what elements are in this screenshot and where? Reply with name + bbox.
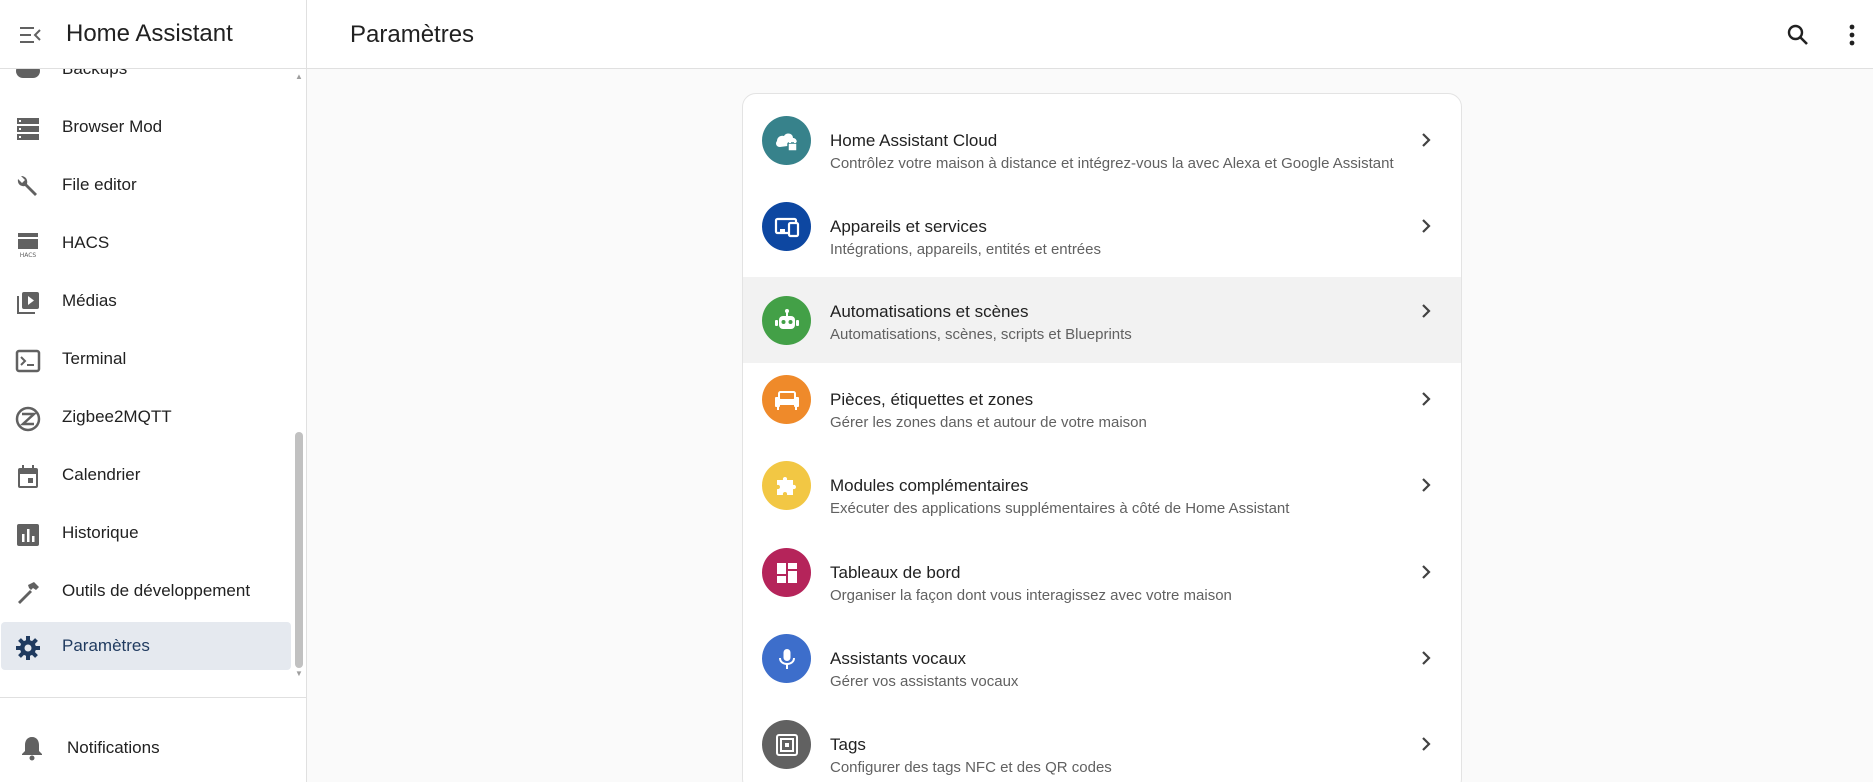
sidebar-item-parametres[interactable]: Paramètres (1, 622, 291, 670)
settings-row-description: Intégrations, appareils, entités et entr… (830, 241, 1101, 258)
wrench-icon (14, 173, 42, 201)
menu-collapse-icon (20, 27, 41, 43)
settings-row-voice-assistants[interactable]: Assistants vocaux Gérer vos assistants v… (743, 615, 1461, 701)
sidebar-scrollbar[interactable]: ▲ ▼ (294, 70, 304, 682)
settings-row-title: Pièces, étiquettes et zones (830, 390, 1034, 409)
settings-row-devices[interactable]: Appareils et services Intégrations, appa… (743, 183, 1461, 269)
settings-row-description: Organiser la façon dont vous interagisse… (830, 587, 1232, 604)
sidebar-divider (0, 697, 306, 698)
sofa-icon (762, 375, 811, 424)
chevron-right-icon (1415, 647, 1437, 669)
puzzle-icon (762, 461, 811, 510)
settings-row-areas[interactable]: Pièces, étiquettes et zones Gérer les zo… (743, 356, 1461, 442)
sidebar-item-label: Zigbee2MQTT (62, 407, 172, 426)
scroll-up-arrow-icon[interactable]: ▲ (294, 73, 304, 81)
app: Home Assistant Backups (0, 0, 1873, 782)
chevron-right-icon (1415, 388, 1437, 410)
microphone-icon (762, 634, 811, 683)
chevron-right-icon (1415, 215, 1437, 237)
menu-collapse-button[interactable] (14, 18, 48, 52)
sidebar-item-historique[interactable]: Historique (0, 509, 292, 557)
sidebar-item-label: HACS (62, 233, 110, 252)
backup-icon (14, 69, 42, 85)
overflow-menu-button[interactable] (1834, 17, 1870, 53)
app-title: Home Assistant (66, 20, 233, 47)
sidebar-item-label: Terminal (62, 349, 127, 368)
settings-row-title: Modules complémentaires (830, 476, 1029, 495)
settings-row-automations[interactable]: Automatisations et scènes Automatisation… (743, 277, 1461, 363)
terminal-icon (14, 347, 42, 375)
settings-card: Home Assistant Cloud Contrôlez votre mai… (742, 93, 1462, 782)
gear-icon (14, 634, 42, 662)
settings-row-description: Gérer les zones dans et autour de votre … (830, 414, 1147, 431)
top-bar: Paramètres (307, 0, 1873, 69)
settings-row-description: Contrôlez votre maison à distance et int… (830, 155, 1394, 172)
media-icon (14, 289, 42, 317)
sidebar-item-label: Paramètres (62, 636, 150, 655)
more-vert-icon (1849, 24, 1855, 46)
hammer-icon (14, 579, 42, 607)
sidebar-item-outils-developpement[interactable]: Outils de développement (0, 567, 292, 615)
sidebar-item-medias[interactable]: Médias (0, 277, 292, 325)
settings-row-cloud[interactable]: Home Assistant Cloud Contrôlez votre mai… (743, 97, 1461, 183)
settings-row-addons[interactable]: Modules complémentaires Exécuter des app… (743, 442, 1461, 528)
settings-row-description: Configurer des tags NFC et des QR codes (830, 759, 1112, 776)
chevron-right-icon (1415, 300, 1437, 322)
chevron-right-icon (1415, 474, 1437, 496)
server-icon (14, 115, 42, 143)
sidebar-item-calendrier[interactable]: Calendrier (0, 451, 292, 499)
zigbee-icon (14, 405, 42, 433)
settings-row-description: Automatisations, scènes, scripts et Blue… (830, 326, 1132, 343)
sidebar-item-notifications[interactable]: Notifications (0, 724, 300, 772)
scrollbar-thumb[interactable] (295, 432, 303, 668)
settings-row-title: Appareils et services (830, 217, 987, 236)
sidebar-item-label: Calendrier (62, 465, 141, 484)
sidebar-item-label: Browser Mod (62, 117, 163, 136)
sidebar-item-label: Historique (62, 523, 139, 542)
settings-row-title: Tableaux de bord (830, 563, 961, 582)
sidebar-item-hacs[interactable]: HACS HACS (0, 219, 292, 267)
sidebar-item-backups[interactable]: Backups (0, 69, 292, 93)
page-title: Paramètres (350, 21, 475, 48)
sidebar-item-label: Outils de développement (62, 581, 251, 600)
sidebar-item-label: Médias (62, 291, 117, 310)
sidebar-item-file-editor[interactable]: File editor (0, 161, 292, 209)
scroll-down-arrow-icon[interactable]: ▼ (294, 670, 304, 678)
nfc-tag-icon (762, 720, 811, 769)
sidebar-item-label: Backups (62, 69, 127, 79)
search-icon (1787, 24, 1808, 45)
devices-icon (762, 202, 811, 251)
sidebar-item-label: Notifications (67, 738, 160, 757)
settings-row-title: Assistants vocaux (830, 649, 967, 668)
chevron-right-icon (1415, 733, 1437, 755)
settings-row-tags[interactable]: Tags Configurer des tags NFC et des QR c… (743, 701, 1461, 782)
sidebar-header: Home Assistant (0, 0, 306, 69)
settings-row-title: Automatisations et scènes (830, 302, 1029, 321)
sidebar-item-label: File editor (62, 175, 137, 194)
bell-icon (18, 734, 46, 762)
sidebar-list: Backups Browser Mod (0, 69, 296, 681)
chevron-right-icon (1415, 561, 1437, 583)
search-button[interactable] (1780, 17, 1816, 53)
hacs-icon: HACS (14, 231, 42, 259)
dashboard-icon (762, 548, 811, 597)
cloud-lock-icon (762, 116, 811, 165)
settings-row-title: Home Assistant Cloud (830, 131, 998, 150)
chevron-right-icon (1415, 129, 1437, 151)
history-chart-icon (14, 521, 42, 549)
calendar-icon (14, 463, 42, 491)
svg-text:HACS: HACS (20, 252, 37, 259)
settings-row-description: Exécuter des applications supplémentaire… (830, 500, 1290, 517)
sidebar-item-browser-mod[interactable]: Browser Mod (0, 103, 292, 151)
sidebar: Home Assistant Backups (0, 0, 307, 782)
sidebar-item-terminal[interactable]: Terminal (0, 335, 292, 383)
settings-row-description: Gérer vos assistants vocaux (830, 673, 1019, 690)
robot-icon (762, 296, 811, 345)
settings-row-dashboards[interactable]: Tableaux de bord Organiser la façon dont… (743, 529, 1461, 615)
settings-row-title: Tags (830, 735, 866, 754)
sidebar-item-zigbee2mqtt[interactable]: Zigbee2MQTT (0, 393, 292, 441)
